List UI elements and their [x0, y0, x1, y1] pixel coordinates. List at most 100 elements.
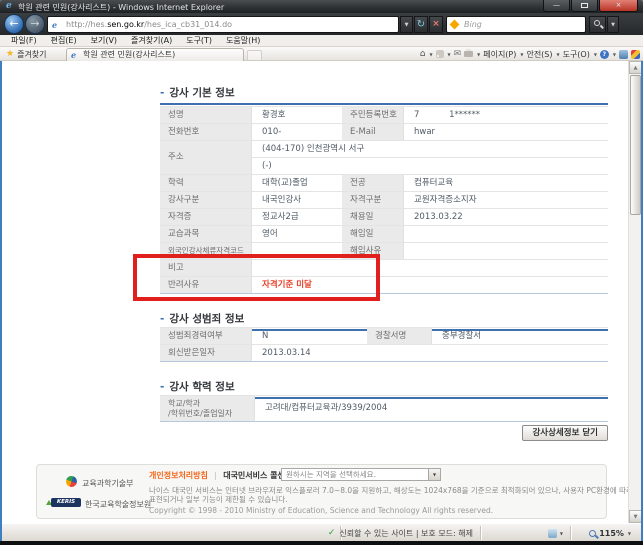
forward-button[interactable]: → [25, 14, 45, 34]
new-tab-button[interactable] [247, 50, 262, 60]
magnifier-icon [594, 20, 600, 26]
table-row: 성명 황경호 주민등록번호 7 1****** [160, 107, 608, 124]
title-bar: e 학원 관련 민원(강사리스트) - Windows Internet Exp… [0, 0, 643, 13]
scroll-up-button[interactable]: ▲ [629, 61, 642, 74]
tab-favicon: e [71, 49, 76, 61]
address-dropdown-button[interactable]: ▼ [400, 16, 413, 33]
status-tool-dropdown-icon: ▼ [560, 531, 563, 536]
menu-file[interactable]: 파일(F) [4, 35, 44, 46]
keris-logo-icon: KERIS [51, 498, 81, 507]
print-icon[interactable] [464, 51, 473, 57]
search-button[interactable] [589, 16, 606, 33]
field-value: 대학(교)졸업 [252, 175, 342, 191]
field-label: 자격증 [160, 209, 252, 225]
footer-copyright: Copyright © 1998 - 2010 Ministry of Educ… [149, 506, 493, 515]
field-label: 채용일 [342, 209, 404, 225]
section-basic-info-header: -강사 기본 정보 [160, 85, 608, 105]
print-dropdown-icon[interactable]: ▼ [477, 52, 480, 57]
field-value [404, 226, 608, 242]
privacy-policy-link[interactable]: 개인정보처리방침 [149, 471, 208, 480]
field-label: 성명 [160, 107, 252, 123]
field-label: 학력 [160, 175, 252, 191]
help-dropdown-icon[interactable]: ▼ [613, 52, 616, 57]
field-value [404, 243, 608, 259]
browser-window: e 학원 관련 민원(강사리스트) - Windows Internet Exp… [0, 0, 643, 545]
bing-icon [450, 20, 460, 30]
region-select[interactable]: 원하시는 지역을 선택하세요. ▼ [281, 468, 441, 481]
crime-info-table: 성범죄경력여부 N 경찰서명 중부경찰서 회신받은일자 2013.03.14 [160, 327, 608, 362]
table-row: 성범죄경력여부 N 경찰서명 중부경찰서 [160, 328, 608, 345]
feed-dropdown-icon[interactable]: ▼ [448, 52, 451, 57]
feed-icon[interactable] [436, 50, 444, 58]
scroll-down-button[interactable]: ▼ [629, 510, 642, 523]
command-tools[interactable]: 도구(O) [563, 49, 590, 60]
table-row: 교습과목 영어 해임일 [160, 226, 608, 243]
education-info-table: 학교/학과 /학위번호/졸업일자 고려대/컴퓨터교육과/3939/2004 [160, 395, 608, 422]
menu-tools[interactable]: 도구(T) [179, 35, 219, 46]
menu-edit[interactable]: 편집(E) [44, 35, 84, 46]
field-label: 전화번호 [160, 124, 252, 140]
address-bar[interactable]: e http://hes.sen.go.kr/hes_ica_cb31_014.… [47, 16, 399, 33]
vertical-scrollbar[interactable]: ▲ ▼ [628, 61, 641, 523]
window-bottom-edge [0, 541, 643, 545]
tab-active[interactable]: e 학원 관련 민원(강사리스트) [66, 48, 244, 61]
mail-icon[interactable]: ✉ [454, 49, 462, 59]
tools-dropdown-icon[interactable]: ▼ [594, 52, 597, 57]
menu-bar: 파일(F) 편집(E) 보기(V) 즐겨찾기(A) 도구(T) 도움말(H) [0, 35, 643, 47]
zoom-level-value: 115% [599, 529, 624, 538]
region-select-dropdown-icon[interactable]: ▼ [428, 469, 440, 480]
stop-button[interactable]: × [429, 16, 443, 33]
messenger-icon[interactable] [631, 50, 640, 59]
section-dash-icon: - [160, 381, 164, 393]
footer-notice-line2: 표현되거나 일부 기능이 제한될 수 있습니다. [149, 494, 288, 505]
page-content: -강사 기본 정보 성명 황경호 주민등록번호 7 1****** 전화번호 0… [2, 61, 641, 523]
field-label: 학교/학과 /학위번호/졸업일자 [160, 396, 255, 421]
zoom-level-button[interactable]: 115% ▼ [589, 524, 631, 542]
search-input[interactable]: Bing [446, 16, 586, 33]
security-zone-text: 신뢰할 수 있는 사이트 | 보호 모드: 해제 [339, 528, 473, 539]
minimize-button[interactable]: — [543, 0, 570, 12]
field-label-line1: 학교/학과 [168, 399, 200, 408]
status-tool-icon [548, 529, 557, 538]
keris-label: 한국교육학술정보원 [85, 499, 151, 510]
command-page[interactable]: 페이지(P) [483, 49, 516, 60]
back-button[interactable]: ← [4, 14, 24, 34]
menu-view[interactable]: 보기(V) [84, 35, 124, 46]
field-value: 고려대/컴퓨터교육과/3939/2004 [255, 396, 608, 421]
help-icon[interactable]: ? [600, 50, 609, 59]
navigation-bar: ← → e http://hes.sen.go.kr/hes_ica_cb31_… [0, 13, 643, 35]
table-row: 학교/학과 /학위번호/졸업일자 고려대/컴퓨터교육과/3939/2004 [160, 396, 608, 422]
page-dropdown-icon[interactable]: ▼ [520, 52, 523, 57]
page-favicon: e [52, 18, 57, 33]
field-label: 회신받은일자 [160, 345, 252, 361]
maximize-icon [581, 3, 588, 8]
region-select-value: 원하시는 지역을 선택하세요. [286, 470, 376, 479]
command-safety[interactable]: 안전(S) [526, 49, 552, 60]
close-detail-button[interactable]: 강사상세정보 닫기 [522, 425, 608, 441]
maximize-button[interactable] [571, 0, 598, 12]
field-value: 황경호 [252, 107, 342, 123]
addon-icon[interactable] [619, 50, 628, 59]
close-button[interactable]: × [599, 0, 638, 12]
field-label: 자격구분 [342, 192, 404, 208]
favorites-button[interactable]: ★ 즐겨찾기 [3, 47, 47, 61]
field-value: 2013.03.14 [252, 345, 608, 361]
safety-dropdown-icon[interactable]: ▼ [557, 52, 560, 57]
field-label: E-Mail [342, 124, 404, 140]
refresh-button[interactable]: ↻ [414, 16, 428, 33]
search-options-button[interactable]: ▼ [607, 16, 619, 33]
status-bar: ✓ 신뢰할 수 있는 사이트 | 보호 모드: 해제 ▼ 115% ▼ [2, 523, 641, 541]
scrollbar-thumb[interactable] [630, 75, 641, 215]
menu-help[interactable]: 도움말(H) [219, 35, 267, 46]
field-value: 010- [252, 124, 342, 140]
status-separator [570, 526, 571, 540]
field-value: 정교사2급 [252, 209, 342, 225]
home-dropdown-icon[interactable]: ▼ [429, 52, 432, 57]
table-row: 주소 (404-170) 인천광역시 서구 (-) [160, 141, 608, 175]
menu-favorites[interactable]: 즐겨찾기(A) [124, 35, 179, 46]
ie-logo-icon: e [6, 1, 12, 11]
home-icon[interactable]: ⌂ [420, 49, 426, 59]
field-value: 내국인강사 [252, 192, 342, 208]
field-label: 강사구분 [160, 192, 252, 208]
status-tool-button[interactable]: ▼ [548, 524, 563, 542]
